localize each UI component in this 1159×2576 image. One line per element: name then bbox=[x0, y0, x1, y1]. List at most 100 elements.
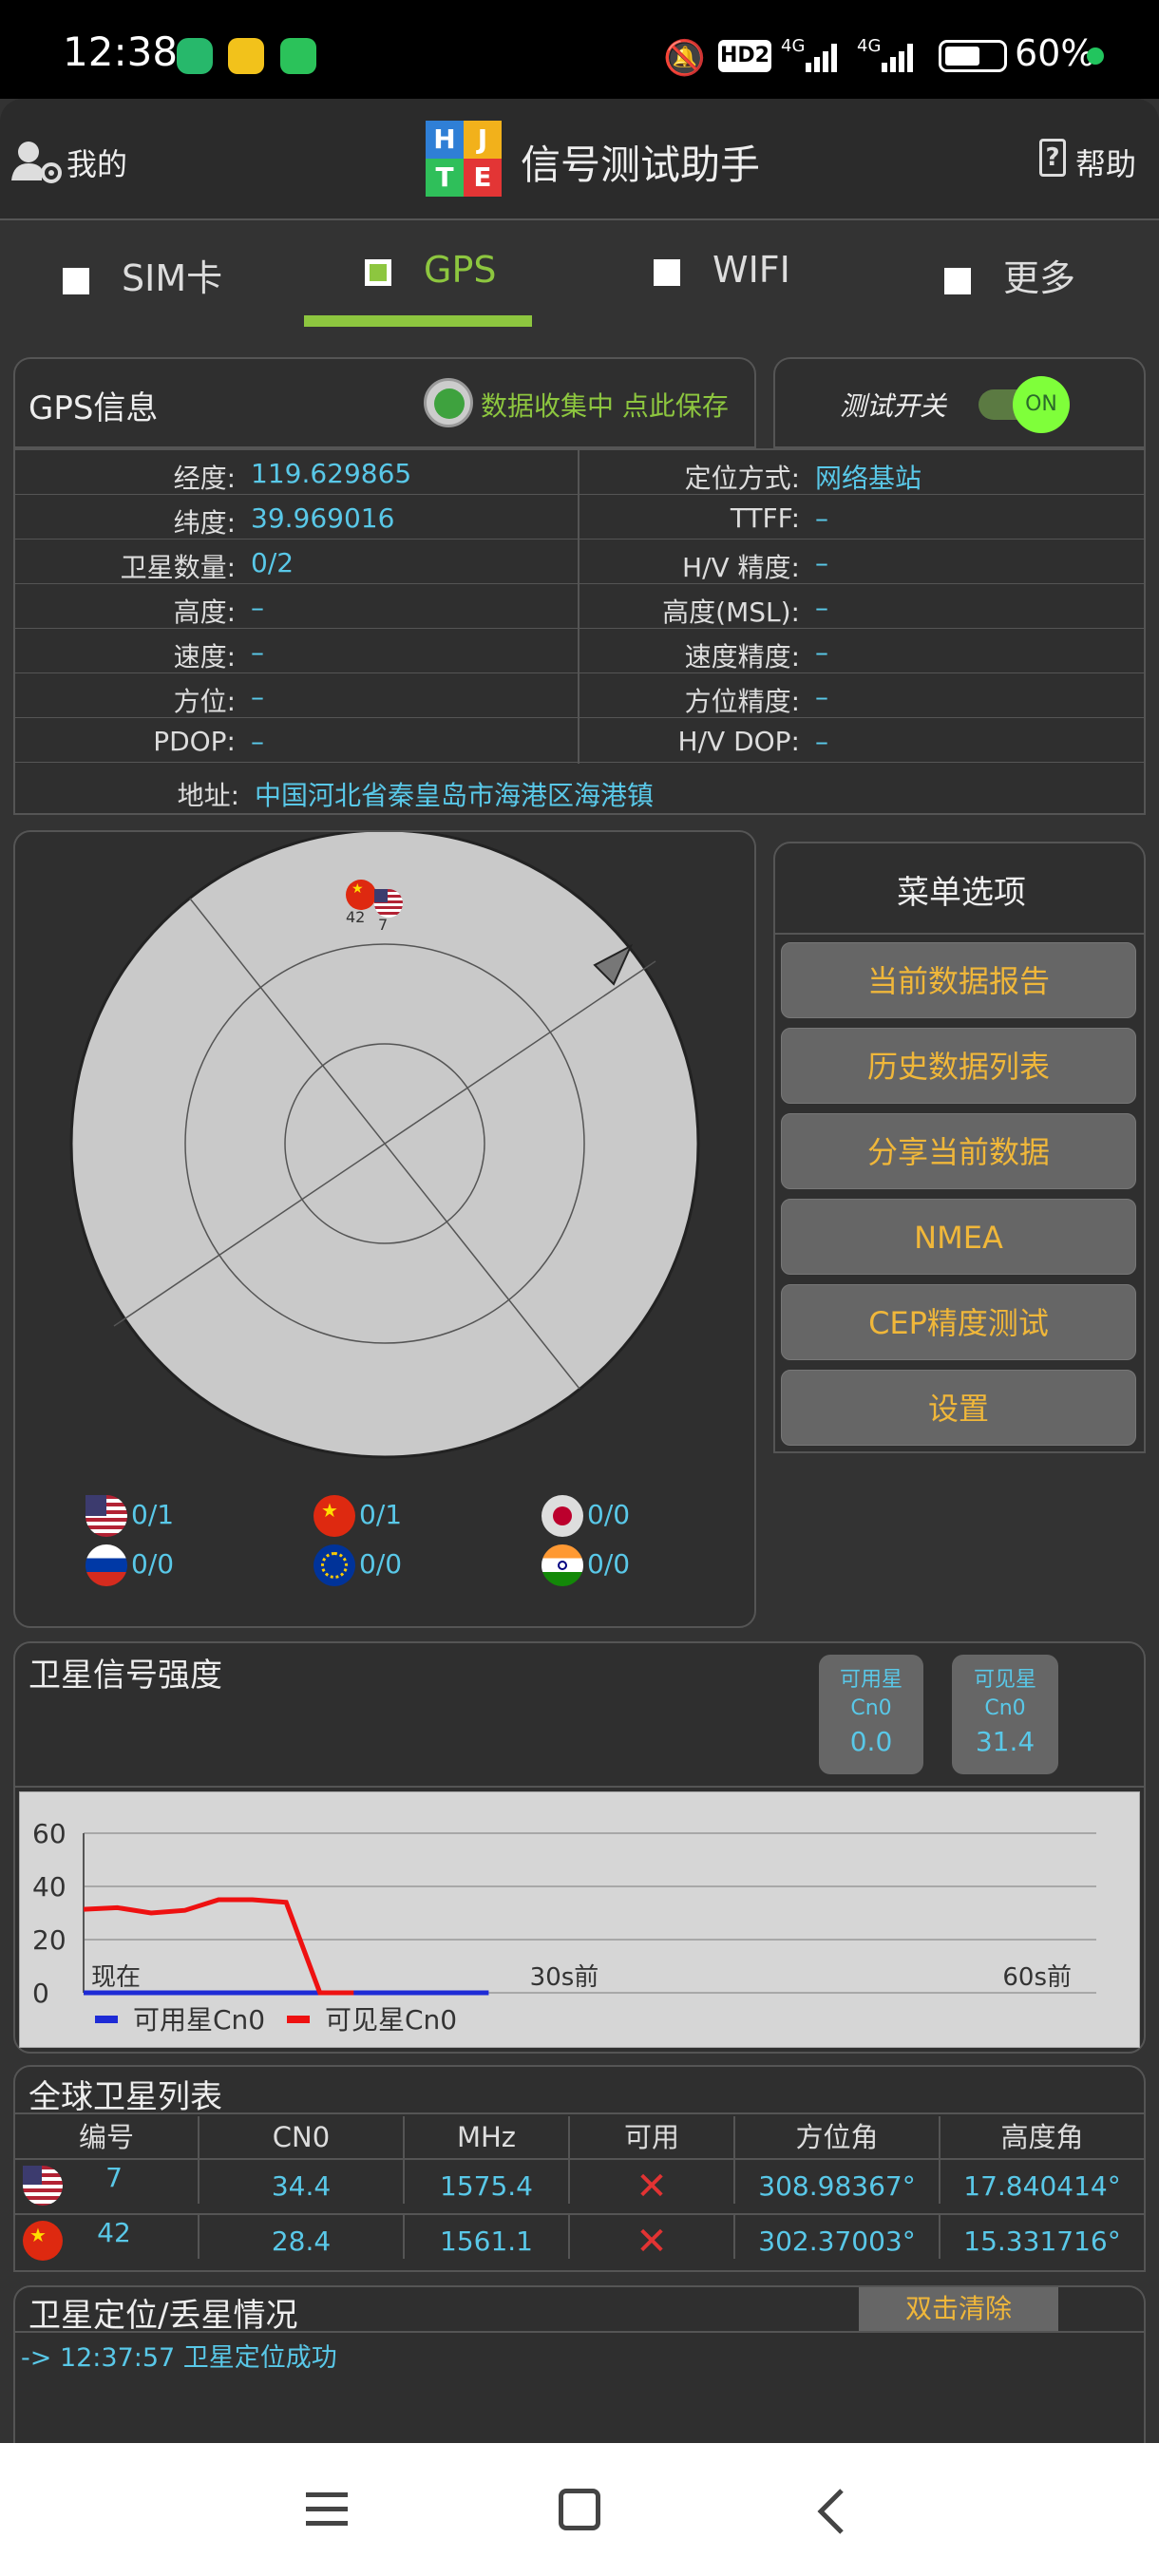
tab-checkbox-icon bbox=[63, 267, 89, 294]
field-value: – bbox=[815, 547, 828, 578]
field-label: 经度: bbox=[173, 463, 236, 494]
back-icon[interactable] bbox=[813, 2485, 851, 2538]
table-header-line bbox=[15, 2112, 1144, 2114]
visible-cn0-badge: 可见星 Cn0 31.4 bbox=[952, 1655, 1058, 1774]
table-cell-id: 42 bbox=[97, 2217, 131, 2248]
galileo-count: 0/0 bbox=[359, 1548, 403, 1580]
tab-sim[interactable]: SIM卡 bbox=[63, 249, 222, 306]
gps-info-row: 方位: – 方位精度: – bbox=[15, 673, 1144, 718]
table-cell-id: 7 bbox=[105, 2162, 123, 2193]
menu-item-button[interactable]: NMEA bbox=[781, 1199, 1136, 1275]
field-value: – bbox=[815, 592, 828, 623]
table-cell-mhz: 1561.1 bbox=[403, 2215, 568, 2259]
mute-icon: 🔕 bbox=[663, 39, 706, 78]
y-tick-label: 40 bbox=[32, 1871, 66, 1903]
notification-app-icon bbox=[177, 38, 213, 74]
table-cell-elevation: 17.840414° bbox=[939, 2160, 1144, 2204]
tab-gps[interactable]: GPS bbox=[365, 249, 496, 306]
signal-divider bbox=[15, 1786, 1144, 1788]
field-value: 网络基站 bbox=[815, 463, 922, 494]
save-data-button[interactable]: 数据收集中 点此保存 bbox=[422, 376, 745, 429]
x-tick-label: 现在 bbox=[91, 1963, 141, 1992]
field-value: – bbox=[815, 636, 828, 668]
column-header: MHz bbox=[403, 2116, 568, 2159]
field-value: 119.629865 bbox=[251, 458, 412, 489]
table-cell-elevation: 15.331716° bbox=[939, 2215, 1144, 2259]
profile-button[interactable]: 我的 bbox=[10, 133, 142, 190]
field-value: 0/2 bbox=[251, 547, 294, 578]
tab-wifi[interactable]: WIFI bbox=[654, 249, 790, 306]
column-header: 方位角 bbox=[733, 2116, 939, 2159]
fix-log-entry: -> 12:37:57 卫星定位成功 bbox=[21, 2343, 337, 2373]
menu-icon[interactable] bbox=[306, 2489, 350, 2532]
home-icon[interactable] bbox=[559, 2489, 600, 2530]
russia-flag-icon bbox=[86, 1544, 127, 1586]
menu-item-button[interactable]: 分享当前数据 bbox=[781, 1113, 1136, 1189]
eu-flag-icon bbox=[314, 1544, 355, 1586]
table-cell-usable: ✕ bbox=[568, 2160, 733, 2208]
profile-label: 我的 bbox=[66, 146, 128, 182]
field-value: 39.969016 bbox=[251, 502, 395, 534]
collect-status-text: 数据收集中 点此保存 bbox=[481, 390, 729, 422]
help-button[interactable]: ? 帮助 bbox=[1036, 133, 1150, 190]
x-tick-label: 30s前 bbox=[530, 1963, 599, 1992]
cell-signal-icon: 4G bbox=[857, 36, 923, 76]
table-cell-usable: ✕ bbox=[568, 2215, 733, 2263]
field-label: 方位: bbox=[173, 686, 236, 717]
field-label: PDOP: bbox=[153, 726, 236, 757]
gps-info-row: 速度: – 速度精度: – bbox=[15, 629, 1144, 673]
us-flag-icon bbox=[86, 1495, 127, 1537]
field-value: – bbox=[251, 636, 264, 668]
menu-item-button[interactable]: 当前数据报告 bbox=[781, 942, 1136, 1018]
field-value: – bbox=[815, 502, 828, 534]
user-settings-icon bbox=[11, 142, 62, 183]
field-label: H/V 精度: bbox=[682, 552, 800, 583]
field-label: 卫星数量: bbox=[120, 552, 236, 583]
menu-item-button[interactable]: CEP精度测试 bbox=[781, 1284, 1136, 1360]
column-header: 可用 bbox=[568, 2116, 733, 2159]
table-cell-cn0: 34.4 bbox=[198, 2160, 403, 2204]
field-value: – bbox=[251, 592, 264, 623]
gps-info-row: PDOP: – H/V DOP: – bbox=[15, 718, 1144, 763]
gps-count: 0/1 bbox=[131, 1499, 175, 1530]
help-label: 帮助 bbox=[1075, 146, 1137, 182]
menu-item-button[interactable]: 设置 bbox=[781, 1370, 1136, 1446]
gps-info-row: 卫星数量: 0/2 H/V 精度: – bbox=[15, 540, 1144, 584]
field-label: 速度: bbox=[173, 641, 236, 672]
table-cell-azimuth: 302.37003° bbox=[733, 2215, 939, 2259]
test-switch-toggle[interactable]: ON bbox=[978, 376, 1070, 433]
column-header: CN0 bbox=[198, 2116, 403, 2159]
field-label: H/V DOP: bbox=[677, 726, 800, 757]
field-value: – bbox=[815, 726, 828, 757]
collect-status-icon bbox=[424, 378, 473, 427]
tab-more[interactable]: 更多 bbox=[944, 249, 1075, 306]
x-tick-label: 60s前 bbox=[1002, 1963, 1072, 1992]
table-cell-azimuth: 308.98367° bbox=[733, 2160, 939, 2204]
menu-title: 菜单选项 bbox=[897, 874, 1026, 912]
legend-swatch bbox=[287, 2016, 310, 2023]
tab-checkbox-icon bbox=[944, 267, 971, 294]
gps-info-row: 经度: 119.629865 定位方式: 网络基站 bbox=[15, 450, 1144, 495]
menu-title-divider bbox=[775, 933, 1144, 935]
field-value: – bbox=[251, 681, 264, 712]
status-dot bbox=[1087, 47, 1104, 65]
field-label: 方位精度: bbox=[684, 686, 800, 717]
y-tick-label: 20 bbox=[32, 1924, 66, 1956]
cell-signal-icon: 4G bbox=[781, 36, 847, 76]
clear-log-button[interactable]: 双击清除 bbox=[859, 2287, 1058, 2331]
india-flag-icon bbox=[542, 1544, 583, 1586]
usable-cn0-badge: 可用星 Cn0 0.0 bbox=[819, 1655, 923, 1774]
field-label: TTFF: bbox=[730, 502, 800, 534]
column-header: 编号 bbox=[78, 2121, 134, 2153]
help-icon: ? bbox=[1039, 139, 1066, 177]
tab-active-indicator bbox=[304, 315, 532, 327]
japan-flag-icon bbox=[542, 1495, 583, 1537]
legend-label: 可用星Cn0 bbox=[133, 2004, 265, 2036]
field-label: 纬度: bbox=[173, 507, 236, 539]
menu-item-button[interactable]: 历史数据列表 bbox=[781, 1028, 1136, 1104]
legend-label: 可见星Cn0 bbox=[325, 2004, 457, 2036]
beidou-count: 0/1 bbox=[359, 1499, 403, 1530]
table-cell-mhz: 1575.4 bbox=[403, 2160, 568, 2204]
field-label: 高度: bbox=[173, 597, 236, 628]
china-flag-icon: ★ bbox=[314, 1495, 355, 1537]
